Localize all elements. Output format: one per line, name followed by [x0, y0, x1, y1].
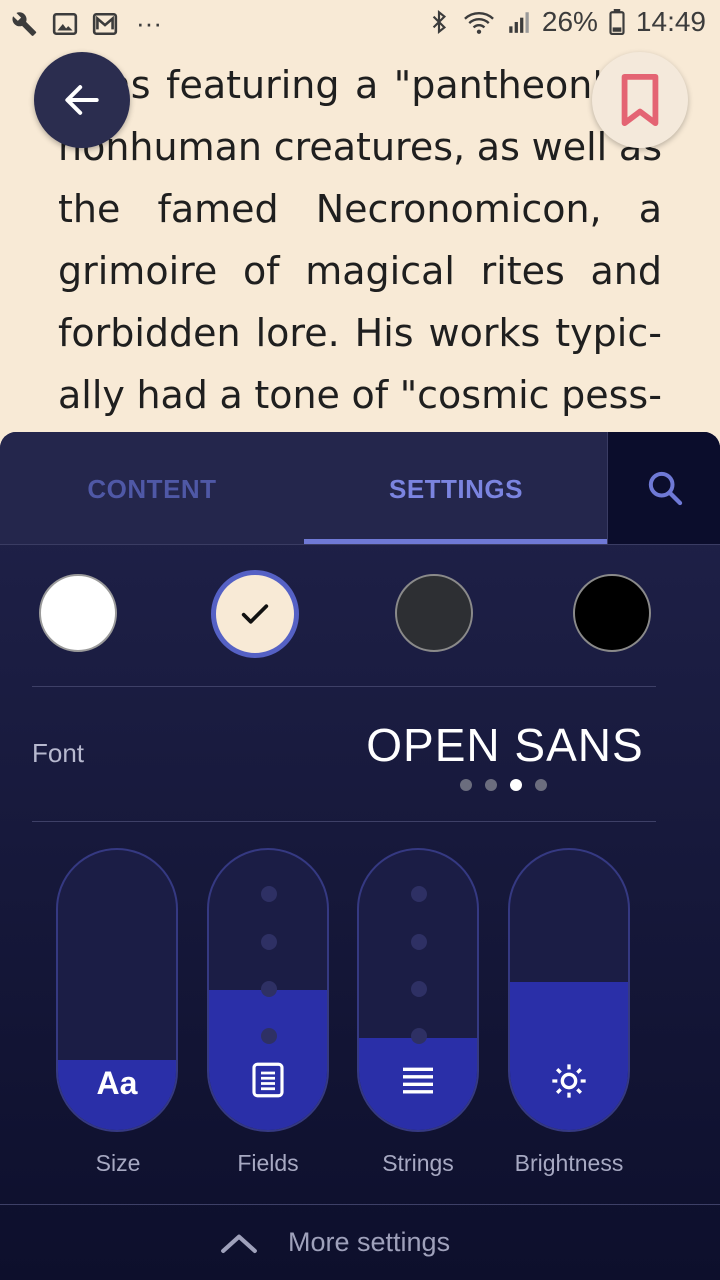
- slider-step-dot: [261, 934, 277, 950]
- bluetooth-icon: [432, 9, 446, 35]
- word: featuring: [166, 63, 340, 107]
- word: magical: [305, 249, 455, 293]
- theme-dark-swatch[interactable]: [395, 574, 473, 652]
- text-line: grimoire of magical rites and: [58, 240, 662, 302]
- word: tone: [254, 373, 340, 417]
- search-button[interactable]: [607, 432, 720, 544]
- slider-step-dot: [411, 981, 427, 997]
- theme-white-swatch[interactable]: [39, 574, 117, 652]
- word: typic-: [555, 311, 662, 355]
- clock: 14:49: [635, 6, 706, 37]
- divider: [32, 686, 656, 687]
- fields-label: Fields: [237, 1150, 299, 1176]
- battery-percent: 26%: [541, 6, 598, 37]
- word: "cosmic: [399, 373, 550, 417]
- word: ally: [58, 373, 125, 417]
- word: as: [476, 125, 520, 169]
- slider-step-dot: [261, 981, 277, 997]
- slider-step-dot: [411, 1028, 427, 1044]
- book-text: tionsfeaturinga"pantheon"of nonhumancrea…: [58, 54, 662, 426]
- more-dots-icon: ···: [136, 8, 162, 38]
- arrow-left-icon: [65, 85, 99, 115]
- slider-step-dot: [261, 886, 277, 902]
- tab-settings[interactable]: SETTINGS: [304, 432, 608, 544]
- size-label: Size: [95, 1150, 141, 1176]
- brightness-slider[interactable]: [508, 848, 630, 1132]
- text-line: ally had a tone of "cosmic pess-: [58, 364, 662, 426]
- word: Necronomicon,: [315, 187, 602, 231]
- line-spacing-icon: [359, 1061, 477, 1106]
- page-dot: [485, 779, 497, 791]
- page-dot: [535, 779, 547, 791]
- font-label: Font: [32, 738, 85, 768]
- word: His: [354, 311, 414, 355]
- slider-step-dot: [261, 1028, 277, 1044]
- font-selector[interactable]: OPEN SANS: [360, 718, 650, 772]
- text-line: forbidden lore. His works typic-: [58, 302, 662, 364]
- word: a: [354, 63, 379, 107]
- brightness-label: Brightness: [514, 1150, 624, 1176]
- more-settings-label: More settings: [288, 1227, 451, 1257]
- wifi-icon: [463, 12, 494, 34]
- word: a: [219, 373, 243, 417]
- signal-icon: [509, 12, 529, 33]
- theme-sepia-swatch[interactable]: [211, 570, 299, 658]
- bookmark-icon: [621, 73, 659, 127]
- search-icon: [648, 471, 682, 506]
- text-line: nonhumancreatures,aswellas: [58, 116, 662, 178]
- divider: [32, 821, 656, 822]
- word: grimoire: [58, 249, 218, 293]
- word: of: [242, 249, 280, 293]
- word: of: [351, 373, 389, 417]
- word: the: [58, 187, 121, 231]
- font-size-icon: Aa: [96, 1065, 138, 1101]
- word: forbidden: [58, 311, 241, 355]
- word: rites: [480, 249, 565, 293]
- tab-content[interactable]: CONTENT: [0, 432, 304, 544]
- word: well: [531, 125, 608, 169]
- slider-step-dot: [411, 934, 427, 950]
- wrench-icon: [12, 11, 37, 36]
- text-line: the famed Necronomicon, a: [58, 178, 662, 240]
- slider-fill: [510, 981, 628, 1130]
- chevron-up-icon: [221, 1234, 257, 1253]
- theme-black-swatch[interactable]: [573, 574, 651, 652]
- page-dot: [460, 779, 472, 791]
- word: a: [638, 187, 662, 231]
- image-icon: [52, 12, 78, 35]
- battery-icon: [609, 9, 625, 35]
- font-page-indicator: [460, 779, 547, 791]
- word: creatures,: [273, 125, 466, 169]
- checkmark-icon: [241, 604, 269, 624]
- fields-slider[interactable]: [207, 848, 329, 1132]
- back-button[interactable]: [34, 52, 130, 148]
- word: lore.: [255, 311, 340, 355]
- word: "pantheon": [393, 63, 610, 107]
- size-slider[interactable]: Aa: [56, 848, 178, 1132]
- text-line: tionsfeaturinga"pantheon"of: [58, 54, 662, 116]
- word: had: [136, 373, 208, 417]
- word: pess-: [561, 373, 662, 417]
- page-dot: [510, 779, 522, 791]
- strings-slider[interactable]: [357, 848, 479, 1132]
- word: and: [590, 249, 662, 293]
- more-settings-button[interactable]: More settings: [0, 1204, 720, 1280]
- word: works: [428, 311, 541, 355]
- reader-settings-panel: CONTENT SETTINGS Font OPEN SANS Aa Size …: [0, 432, 720, 1280]
- gmail-icon: [92, 12, 118, 35]
- word: famed: [157, 187, 279, 231]
- active-tab-indicator: [304, 539, 608, 544]
- slider-step-dot: [411, 886, 427, 902]
- tab-bar: CONTENT SETTINGS: [0, 432, 720, 545]
- strings-label: Strings: [382, 1150, 454, 1176]
- margins-icon: [209, 1059, 327, 1106]
- bookmark-button[interactable]: [592, 52, 688, 148]
- status-bar: ··· 26% 14:49: [0, 0, 720, 48]
- brightness-icon: [510, 1061, 628, 1106]
